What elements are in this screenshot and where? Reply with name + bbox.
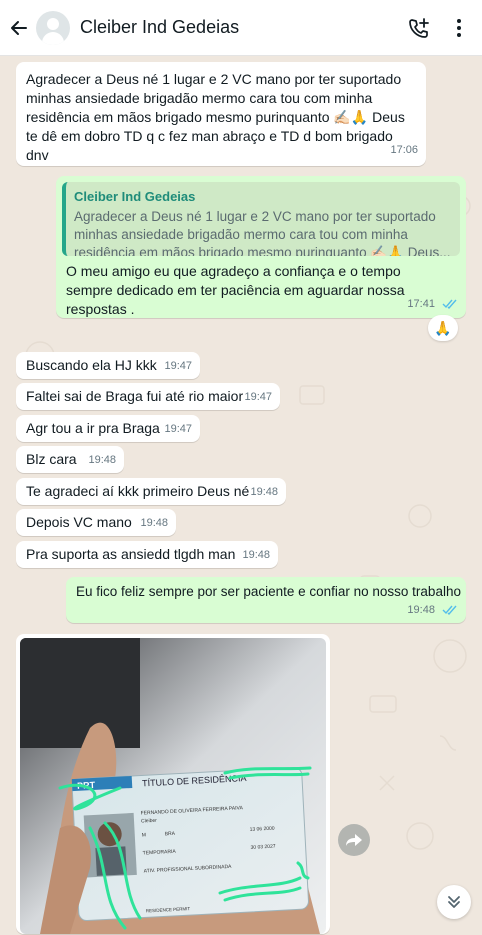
message-incoming[interactable]: Agradecer a Deus né 1 lugar e 2 VC mano … <box>16 62 426 166</box>
more-vertical-icon[interactable] <box>442 11 476 45</box>
card-line-given: Cleiber <box>141 818 157 825</box>
message-time: 19:48 <box>242 549 270 561</box>
avatar[interactable] <box>36 10 70 45</box>
message-incoming[interactable]: Pra suporta as ansiedd tlgdh man 19:48 <box>16 541 278 568</box>
message-incoming[interactable]: Agr tou a ir pra Braga 19:47 <box>16 415 200 442</box>
image-message[interactable]: PRT TÍTULO DE RESIDÊNCIA FERNANDO DE OLI… <box>16 634 330 934</box>
message-text: Depois VC mano <box>26 514 132 530</box>
message-incoming[interactable]: Blz cara 19:48 <box>16 446 124 473</box>
message-outgoing[interactable]: Eu fico feliz sempre por ser paciente e … <box>66 577 466 623</box>
message-text: Eu fico feliz sempre por ser paciente e … <box>76 584 461 599</box>
contact-name[interactable]: Cleiber Ind Gedeias <box>80 17 402 38</box>
message-time: 19:48 <box>250 486 278 498</box>
add-call-icon[interactable] <box>402 11 436 45</box>
quoted-message[interactable]: Cleiber Ind Gedeias Agradecer a Deus né … <box>62 182 460 256</box>
chevron-double-down-icon <box>448 896 460 908</box>
back-arrow-icon[interactable] <box>4 13 34 43</box>
message-time: 19:48 <box>407 601 458 620</box>
message-text: Pra suporta as ansiedd tlgdh man <box>26 546 236 562</box>
message-time: 17:41 <box>407 295 458 314</box>
message-text: Blz cara <box>26 451 77 467</box>
message-time: 19:48 <box>140 517 168 529</box>
message-outgoing[interactable]: Cleiber Ind Gedeias Agradecer a Deus né … <box>56 176 466 318</box>
scroll-to-bottom-button[interactable] <box>437 885 471 919</box>
message-incoming[interactable]: Te agradeci aí kkk primeiro Deus né 19:4… <box>16 478 286 505</box>
message-time: 17:06 <box>390 144 418 156</box>
chat-header: Cleiber Ind Gedeias <box>0 0 482 56</box>
message-time: 19:47 <box>164 360 192 372</box>
message-incoming[interactable]: Faltei sai de Braga fui até rio maior 19… <box>16 383 280 410</box>
read-ticks-icon <box>442 299 457 310</box>
quote-text: Agradecer a Deus né 1 lugar e 2 VC mano … <box>74 209 451 256</box>
forward-icon[interactable] <box>338 824 370 856</box>
message-time-text: 19:48 <box>407 604 435 616</box>
message-incoming[interactable]: Buscando ela HJ kkk 19:47 <box>16 352 200 379</box>
message-time: 19:48 <box>88 454 116 466</box>
chat-area[interactable]: Agradecer a Deus né 1 lugar e 2 VC mano … <box>0 56 482 935</box>
message-time: 19:47 <box>164 423 192 435</box>
message-text: Faltei sai de Braga fui até rio maior <box>26 388 244 404</box>
message-text: Te agradeci aí kkk primeiro Deus né <box>26 483 250 499</box>
residence-card-photo[interactable]: PRT TÍTULO DE RESIDÊNCIA FERNANDO DE OLI… <box>20 638 326 934</box>
reaction-badge[interactable]: 🙏 <box>428 315 458 341</box>
message-time: 19:47 <box>244 391 272 403</box>
card-line-nat: BRA <box>165 831 176 838</box>
message-text: Agr tou a ir pra Braga <box>26 420 160 436</box>
message-text: O meu amigo eu que agradeço a confiança … <box>66 263 405 317</box>
card-line-sex: M <box>142 832 146 838</box>
message-time-text: 17:41 <box>407 298 435 310</box>
message-incoming[interactable]: Depois VC mano 19:48 <box>16 509 176 536</box>
message-text: Buscando ela HJ kkk <box>26 357 157 373</box>
message-text: Agradecer a Deus né 1 lugar e 2 VC mano … <box>26 71 405 163</box>
quote-author: Cleiber Ind Gedeias <box>74 189 196 204</box>
read-ticks-icon <box>442 605 457 616</box>
